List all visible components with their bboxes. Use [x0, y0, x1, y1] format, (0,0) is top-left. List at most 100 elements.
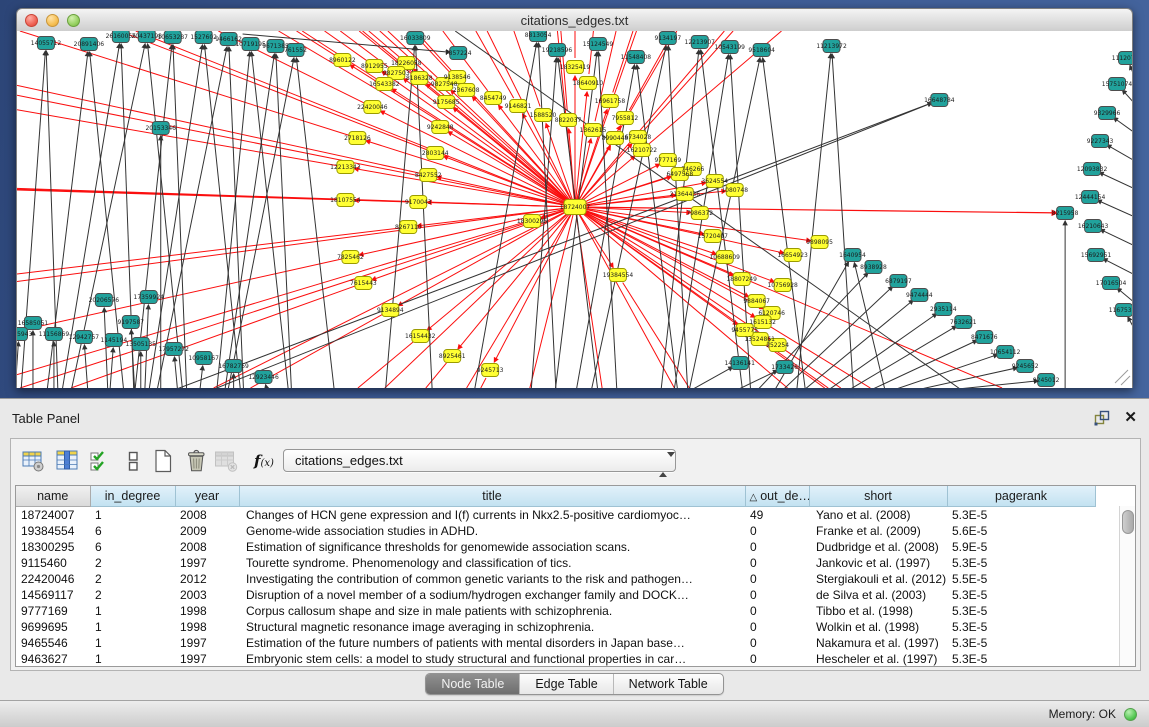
cell-in_degree[interactable]: 1 — [90, 619, 175, 635]
show-column-button[interactable] — [53, 447, 81, 475]
cell-title[interactable]: Estimation of the future numbers of pati… — [239, 635, 745, 651]
cell-pagerank[interactable]: 5.3E-5 — [947, 635, 1095, 651]
cell-in_degree[interactable]: 1 — [90, 506, 175, 523]
network-window-titlebar[interactable]: citations_edges.txt — [16, 8, 1133, 33]
column-header-pagerank[interactable]: pagerank — [947, 486, 1095, 506]
cell-in_degree[interactable]: 2 — [90, 587, 175, 603]
select-columns-button[interactable] — [87, 447, 115, 475]
float-window-icon[interactable] — [1094, 410, 1110, 426]
cell-short[interactable]: Tibbo et al. (1998) — [809, 603, 947, 619]
cell-title[interactable]: Estimation of significance thresholds fo… — [239, 539, 745, 555]
cell-year[interactable]: 1998 — [175, 619, 239, 635]
citation-network-graph[interactable]: 1405571220891406261600552043719810653287… — [17, 31, 1132, 388]
delete-table-button[interactable] — [212, 447, 240, 475]
cell-out_degree[interactable]: 49 — [745, 506, 809, 523]
cell-out_degree[interactable]: 0 — [745, 635, 809, 651]
cell-pagerank[interactable]: 5.5E-5 — [947, 571, 1095, 587]
cell-short[interactable]: Franke et al. (2009) — [809, 523, 947, 539]
cell-title[interactable]: Changes of HCN gene expression and I(f) … — [239, 506, 745, 523]
cell-year[interactable]: 2008 — [175, 506, 239, 523]
cell-year[interactable]: 2009 — [175, 523, 239, 539]
cell-out_degree[interactable]: 0 — [745, 603, 809, 619]
table-row[interactable]: 969969511998Structural magnetic resonanc… — [16, 619, 1135, 635]
cell-in_degree[interactable]: 2 — [90, 571, 175, 587]
cell-in_degree[interactable]: 1 — [90, 635, 175, 651]
cell-title[interactable]: Corpus callosum shape and size in male p… — [239, 603, 745, 619]
column-header-name[interactable]: name — [16, 486, 90, 506]
column-header-year[interactable]: year — [175, 486, 239, 506]
cell-name[interactable]: 9699695 — [16, 619, 90, 635]
cell-year[interactable]: 1997 — [175, 555, 239, 571]
function-builder-button[interactable]: f(x) — [247, 447, 281, 475]
cell-year[interactable]: 2008 — [175, 539, 239, 555]
cell-out_degree[interactable]: 0 — [745, 619, 809, 635]
column-header-title[interactable]: title — [239, 486, 745, 506]
cell-name[interactable]: 14569117 — [16, 587, 90, 603]
table-row[interactable]: 911546021997Tourette syndrome. Phenomeno… — [16, 555, 1135, 571]
tab-network-table[interactable]: Network Table — [613, 674, 723, 694]
cell-pagerank[interactable]: 5.3E-5 — [947, 603, 1095, 619]
cell-pagerank[interactable]: 5.9E-5 — [947, 539, 1095, 555]
cell-out_degree[interactable]: 0 — [745, 571, 809, 587]
table-row[interactable]: 1938455462009Genome-wide association stu… — [16, 523, 1135, 539]
cell-year[interactable]: 1997 — [175, 635, 239, 651]
table-row[interactable]: 1830029562008Estimation of significance … — [16, 539, 1135, 555]
row-options-button[interactable] — [119, 447, 147, 475]
column-header-short[interactable]: short — [809, 486, 947, 506]
cell-out_degree[interactable]: 0 — [745, 587, 809, 603]
cell-name[interactable]: 18300295 — [16, 539, 90, 555]
cell-title[interactable]: Genome-wide association studies in ADHD. — [239, 523, 745, 539]
cell-name[interactable]: 18724007 — [16, 506, 90, 523]
cell-out_degree[interactable]: 0 — [745, 651, 809, 667]
cell-title[interactable]: Disruption of a novel member of a sodium… — [239, 587, 745, 603]
delete-column-button[interactable] — [182, 447, 210, 475]
cell-in_degree[interactable]: 6 — [90, 523, 175, 539]
table-row[interactable]: 2242004622012Investigating the contribut… — [16, 571, 1135, 587]
table-row[interactable]: 1456911722003Disruption of a novel membe… — [16, 587, 1135, 603]
cell-pagerank[interactable]: 5.3E-5 — [947, 506, 1095, 523]
cell-year[interactable]: 2012 — [175, 571, 239, 587]
cell-name[interactable]: 9777169 — [16, 603, 90, 619]
vertical-scrollbar[interactable] — [1119, 506, 1135, 666]
table-row[interactable]: 977716911998Corpus callosum shape and si… — [16, 603, 1135, 619]
cell-year[interactable]: 1998 — [175, 603, 239, 619]
cell-in_degree[interactable]: 2 — [90, 555, 175, 571]
table-row[interactable]: 946554611997Estimation of the future num… — [16, 635, 1135, 651]
cell-name[interactable]: 19384554 — [16, 523, 90, 539]
cell-short[interactable]: Yano et al. (2008) — [809, 506, 947, 523]
cell-year[interactable]: 2003 — [175, 587, 239, 603]
cell-in_degree[interactable]: 6 — [90, 539, 175, 555]
cell-name[interactable]: 9463627 — [16, 651, 90, 667]
cell-short[interactable]: Stergiakouli et al. (2012) — [809, 571, 947, 587]
cell-short[interactable]: Jankovic et al. (1997) — [809, 555, 947, 571]
table-row[interactable]: 1872400712008Changes of HCN gene express… — [16, 506, 1135, 523]
cell-short[interactable]: Dudbridge et al. (2008) — [809, 539, 947, 555]
cell-short[interactable]: de Silva et al. (2003) — [809, 587, 947, 603]
cell-name[interactable]: 9465546 — [16, 635, 90, 651]
close-panel-icon[interactable]: ✕ — [1124, 410, 1137, 426]
cell-in_degree[interactable]: 1 — [90, 603, 175, 619]
tab-node-table[interactable]: Node Table — [426, 674, 519, 694]
tab-edge-table[interactable]: Edge Table — [519, 674, 612, 694]
cell-pagerank[interactable]: 5.3E-5 — [947, 587, 1095, 603]
cell-short[interactable]: Wolkin et al. (1998) — [809, 619, 947, 635]
table-selector-dropdown[interactable]: citations_edges.txt — [283, 449, 676, 472]
cell-name[interactable]: 22420046 — [16, 571, 90, 587]
cell-pagerank[interactable]: 5.3E-5 — [947, 555, 1095, 571]
scrollbar-thumb[interactable] — [1122, 510, 1134, 534]
column-header-in_degree[interactable]: in_degree — [90, 486, 175, 506]
cell-pagerank[interactable]: 5.3E-5 — [947, 619, 1095, 635]
cell-title[interactable]: Structural magnetic resonance image aver… — [239, 619, 745, 635]
cell-in_degree[interactable]: 1 — [90, 651, 175, 667]
cell-short[interactable]: Nakamura et al. (1997) — [809, 635, 947, 651]
cell-short[interactable]: Hescheler et al. (1997) — [809, 651, 947, 667]
cell-title[interactable]: Embryonic stem cells: a model to study s… — [239, 651, 745, 667]
cell-title[interactable]: Investigating the contribution of common… — [239, 571, 745, 587]
column-header-out_degree[interactable]: △out_de… — [745, 486, 809, 506]
cell-year[interactable]: 1997 — [175, 651, 239, 667]
create-column-button[interactable] — [149, 447, 177, 475]
network-canvas[interactable]: 1405571220891406261600552043719810653287… — [16, 31, 1133, 388]
table-row[interactable]: 946362711997Embryonic stem cells: a mode… — [16, 651, 1135, 667]
table-mode-button[interactable] — [19, 447, 47, 475]
cell-out_degree[interactable]: 0 — [745, 555, 809, 571]
